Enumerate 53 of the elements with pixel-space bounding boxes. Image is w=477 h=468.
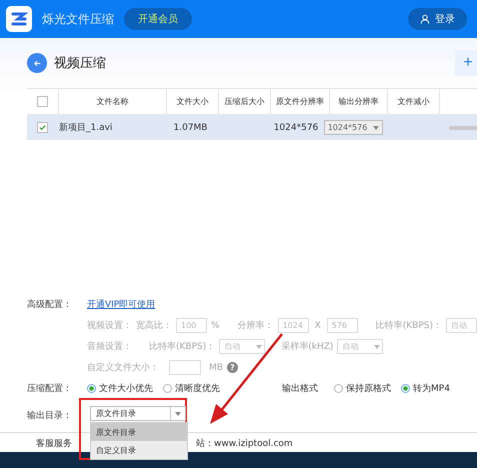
column-header: 原文件分辨率 xyxy=(276,96,324,107)
setting-label: 输出目录： xyxy=(27,410,73,422)
back-button[interactable] xyxy=(27,53,47,73)
file-row[interactable]: 新项目_1.avi 1.07MB 1024*576 1024*576 xyxy=(27,115,477,140)
add-button[interactable]: + xyxy=(455,50,477,76)
table-cell-text: 新项目_1.avi xyxy=(59,122,112,134)
column-header: 压缩后大小 xyxy=(224,96,264,107)
vip-link[interactable]: 开通VIP即可使用 xyxy=(87,298,156,311)
column-header: 文件名称 xyxy=(96,96,128,107)
setting-label: 自定义文件大小： xyxy=(87,362,159,374)
setting-label: 音频设置： xyxy=(87,340,133,353)
resolution-dropdown[interactable]: 1024*576 xyxy=(324,120,384,135)
column-header: 文件大小 xyxy=(176,96,208,107)
unit-label: MB xyxy=(209,362,223,372)
select-all-checkbox[interactable] xyxy=(37,96,48,107)
setting-label: 高级配置： xyxy=(27,298,73,311)
setting-label: 比特率(KBPS)： xyxy=(149,340,216,353)
table-cell: 1024*576 xyxy=(274,122,318,132)
vip-button[interactable]: 开通会员 xyxy=(124,8,192,30)
row-checkbox[interactable] xyxy=(37,122,48,133)
footer-text: 站：www.iziptool.com xyxy=(196,438,293,450)
times-label: X xyxy=(314,320,321,330)
setting-label: 比特率(KBPS)： xyxy=(376,320,442,332)
setting-label: 输出格式 xyxy=(282,382,318,395)
page-title: 视频压缩 xyxy=(54,55,106,72)
caret-icon xyxy=(256,344,262,348)
dropdown-option[interactable]: 原文件目录 xyxy=(91,423,187,441)
column-header: 文件减小 xyxy=(398,96,430,107)
back-arrow-icon xyxy=(32,58,42,68)
setting-label: 压缩配置： xyxy=(27,382,73,395)
setting-label: 宽高比： xyxy=(136,320,172,332)
size-input-field[interactable] xyxy=(169,360,201,375)
user-icon xyxy=(420,14,430,24)
setting-label: 采样率(kHZ) xyxy=(281,340,334,353)
radio-option[interactable]: 保持原格式 xyxy=(334,382,391,395)
caret-icon xyxy=(175,412,181,416)
output-dropdown[interactable]: 原文件目录 xyxy=(90,406,186,421)
radio-option[interactable]: 清晰度优先 xyxy=(163,382,220,395)
radio-option[interactable]: 转为MP4 xyxy=(401,382,450,395)
login-button[interactable]: 登录 xyxy=(408,8,467,30)
logo-icon xyxy=(6,6,32,32)
dropdown-option[interactable]: 自定义目录 xyxy=(91,441,187,459)
app-name: 烁光文件压缩 xyxy=(42,10,114,28)
setting-label: 视频设置： xyxy=(87,320,132,332)
footer-text: 客服服务 xyxy=(36,438,72,450)
caret-icon xyxy=(374,344,380,348)
help-button[interactable]: ? xyxy=(226,362,238,373)
column-header: 输出分辨率 xyxy=(338,96,378,107)
table-cell: 1.07MB xyxy=(174,122,208,132)
unit-label: % xyxy=(211,320,220,330)
setting-label: 分辨率： xyxy=(238,320,274,332)
caret-icon xyxy=(373,126,380,130)
radio-option[interactable]: 文件大小优先 xyxy=(87,382,153,395)
